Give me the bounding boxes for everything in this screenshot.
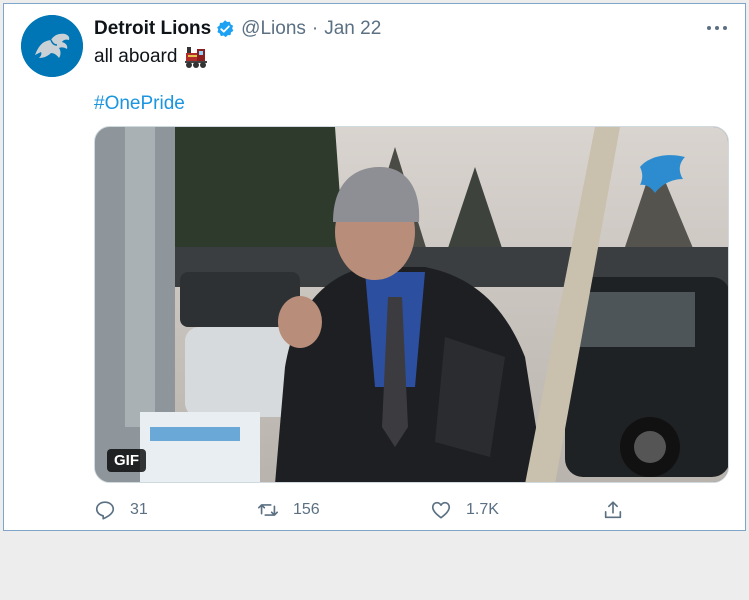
- hashtag-link[interactable]: #OnePride: [94, 93, 185, 115]
- more-button[interactable]: [705, 16, 729, 40]
- tweet-card[interactable]: Detroit Lions @Lions · Jan 22 all aboard: [3, 3, 746, 531]
- gif-badge: GIF: [107, 449, 146, 472]
- gif-media[interactable]: GIF: [94, 126, 729, 483]
- locomotive-emoji-icon: [183, 45, 209, 69]
- verified-badge-icon: [215, 19, 235, 39]
- retweet-button[interactable]: 156: [257, 496, 320, 524]
- author-name[interactable]: Detroit Lions: [94, 18, 211, 40]
- reply-count: 31: [130, 501, 148, 518]
- author-handle[interactable]: @Lions: [241, 18, 306, 40]
- like-button[interactable]: 1.7K: [430, 496, 499, 524]
- avatar[interactable]: [21, 15, 83, 77]
- header-separator: ·: [311, 18, 319, 39]
- tweet-actions: 31 156 1.7K: [94, 496, 734, 524]
- tweet-text-content: all aboard: [94, 46, 178, 67]
- tweet-header: Detroit Lions @Lions · Jan 22: [94, 17, 381, 41]
- more-icon: [707, 26, 727, 30]
- reply-icon: [95, 501, 115, 520]
- tweet-text: all aboard: [94, 45, 209, 69]
- share-icon: [604, 501, 622, 519]
- share-button[interactable]: [602, 496, 638, 524]
- retweet-icon: [258, 504, 278, 516]
- like-count: 1.7K: [466, 501, 499, 518]
- tweet-date[interactable]: Jan 22: [324, 18, 381, 40]
- heart-icon: [431, 501, 451, 519]
- reply-button[interactable]: 31: [94, 496, 148, 524]
- lions-logo-icon: [21, 15, 83, 77]
- retweet-count: 156: [293, 501, 320, 518]
- gif-still-image: [95, 127, 728, 482]
